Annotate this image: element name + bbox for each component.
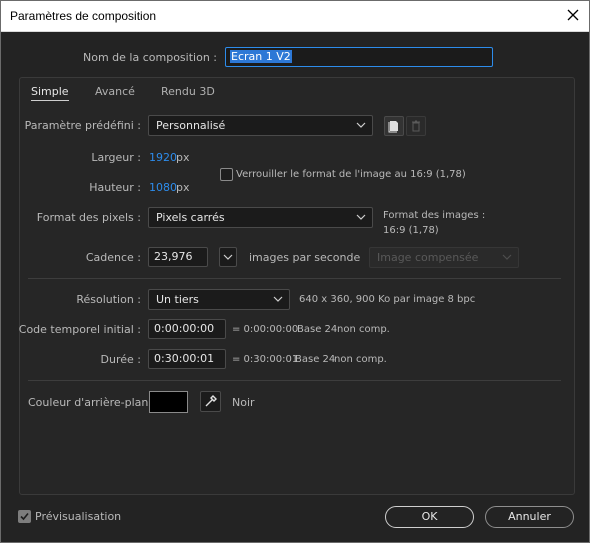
width-unit: px <box>176 151 190 164</box>
height-unit: px <box>176 181 190 194</box>
height-value[interactable]: 1080 <box>149 181 177 194</box>
preview-checkbox[interactable] <box>18 510 31 523</box>
resolution-value: Un tiers <box>156 293 199 306</box>
image-format-value: 16:9 (1,78) <box>383 225 439 236</box>
background-color-name: Noir <box>232 396 255 409</box>
preset-value: Personnalisé <box>156 119 226 132</box>
tab-3d-renderer[interactable]: Rendu 3D <box>161 85 215 98</box>
eyedropper-icon[interactable] <box>200 391 221 412</box>
pixel-format-value: Pixels carrés <box>156 211 225 224</box>
framerate-input[interactable]: 23,976 <box>148 247 208 267</box>
preset-dropdown[interactable]: Personnalisé <box>148 115 373 136</box>
duration-value: 0:30:00:01 <box>154 352 215 365</box>
start-timecode-equals: = 0:00:00:00 <box>232 324 299 335</box>
start-timecode-base: Base 24 <box>297 324 338 335</box>
checkmark-icon <box>20 512 29 521</box>
ok-button[interactable]: OK <box>385 506 474 528</box>
start-timecode-mode: non comp. <box>337 324 390 335</box>
duration-label: Durée : <box>100 353 141 366</box>
background-color-label: Couleur d'arrière-plan : <box>28 396 156 409</box>
start-timecode-value: 0:00:00:00 <box>154 322 215 335</box>
divider <box>28 278 561 279</box>
lock-aspect-checkbox[interactable] <box>220 168 233 181</box>
comp-name-input[interactable]: Ecran 1 V2 <box>225 47 493 67</box>
tab-advanced[interactable]: Avancé <box>95 85 135 98</box>
frame-compensation-dropdown[interactable]: Image compensée <box>369 247 519 268</box>
chevron-down-icon <box>273 294 283 304</box>
framerate-menu-button[interactable] <box>219 247 237 267</box>
divider <box>28 380 561 381</box>
duration-equals: = 0:30:00:01 <box>232 354 299 365</box>
close-icon[interactable] <box>565 7 581 23</box>
background-color-swatch[interactable] <box>149 391 188 413</box>
resolution-label: Résolution : <box>76 293 141 306</box>
framerate-label: Cadence : <box>85 251 141 264</box>
pixel-format-label: Format des pixels : <box>36 211 141 224</box>
lock-aspect-label: Verrouiller le format de l'image au 16:9… <box>236 169 466 180</box>
preset-label: Paramètre prédéfini : <box>24 119 141 132</box>
comp-name-value: Ecran 1 V2 <box>230 50 292 63</box>
duration-input[interactable]: 0:30:00:01 <box>148 349 226 369</box>
resolution-info: 640 x 360, 900 Ko par image 8 bpc <box>299 294 476 305</box>
comp-name-label: Nom de la composition : <box>83 51 217 64</box>
chevron-down-icon <box>356 120 366 130</box>
cancel-button[interactable]: Annuler <box>485 506 574 528</box>
pixel-format-dropdown[interactable]: Pixels carrés <box>148 207 373 228</box>
framerate-value: 23,976 <box>154 250 193 263</box>
duration-base: Base 24 <box>295 354 336 365</box>
preview-label: Prévisualisation <box>35 510 122 523</box>
height-label: Hauteur : <box>89 181 141 194</box>
image-format-label: Format des images : <box>383 210 486 221</box>
settings-panel <box>19 77 575 495</box>
composition-settings-dialog: Paramètres de composition Nom de la comp… <box>0 0 590 543</box>
chevron-down-icon <box>223 254 233 260</box>
delete-preset-icon[interactable] <box>406 116 426 136</box>
duration-mode: non comp. <box>334 354 387 365</box>
save-preset-icon[interactable] <box>384 116 404 136</box>
framerate-unit: images par seconde <box>249 251 361 264</box>
frame-compensation-value: Image compensée <box>377 251 479 264</box>
width-label: Largeur : <box>91 151 141 164</box>
resolution-dropdown[interactable]: Un tiers <box>148 289 290 310</box>
width-value[interactable]: 1920 <box>149 151 177 164</box>
start-timecode-input[interactable]: 0:00:00:00 <box>148 319 226 339</box>
title-bar: Paramètres de composition <box>1 1 589 32</box>
chevron-down-icon <box>356 212 366 222</box>
start-timecode-label: Code temporel initial : <box>18 323 141 336</box>
tab-simple[interactable]: Simple <box>31 85 69 101</box>
window-title: Paramètres de composition <box>10 9 157 23</box>
chevron-down-icon <box>502 252 512 262</box>
